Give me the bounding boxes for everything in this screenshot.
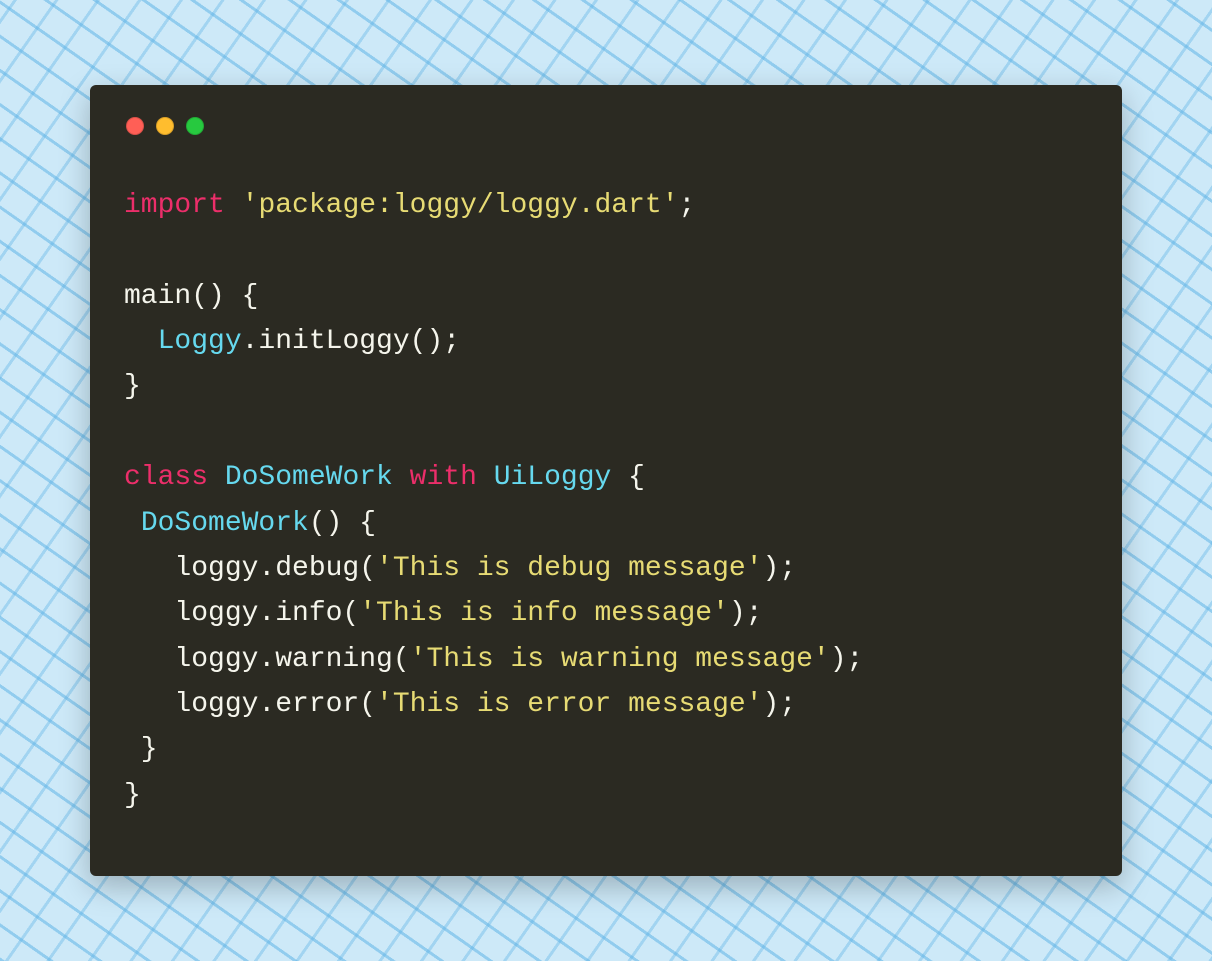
code-token: 'This is error message' [376, 689, 762, 720]
code-token: { [611, 462, 645, 493]
minimize-icon[interactable] [156, 117, 174, 135]
code-token [477, 462, 494, 493]
code-line: DoSomeWork() { [124, 508, 376, 539]
code-token [124, 326, 158, 357]
code-token: loggy.info( [124, 598, 359, 629]
code-line: loggy.error('This is error message'); [124, 689, 796, 720]
code-token: loggy.debug( [124, 553, 376, 584]
code-token [225, 190, 242, 221]
code-line: loggy.warning('This is warning message')… [124, 644, 863, 675]
code-token: } [124, 734, 158, 765]
code-token [393, 462, 410, 493]
code-token: () { [309, 508, 376, 539]
code-line: main() { [124, 281, 258, 312]
code-line: } [124, 780, 141, 811]
code-token: DoSomeWork [141, 508, 309, 539]
code-token: DoSomeWork [225, 462, 393, 493]
code-token: ; [679, 190, 696, 221]
code-token [124, 508, 141, 539]
window-controls [126, 117, 1088, 135]
code-token: 'This is debug message' [376, 553, 762, 584]
code-token: main() { [124, 281, 258, 312]
code-token: } [124, 780, 141, 811]
code-line: loggy.debug('This is debug message'); [124, 553, 796, 584]
code-line: loggy.info('This is info message'); [124, 598, 763, 629]
code-token: ); [763, 689, 797, 720]
code-token: with [410, 462, 477, 493]
code-token: .initLoggy(); [242, 326, 460, 357]
code-token: } [124, 371, 141, 402]
close-icon[interactable] [126, 117, 144, 135]
code-token: import [124, 190, 225, 221]
code-token: UiLoggy [494, 462, 612, 493]
code-line: } [124, 734, 158, 765]
code-line: class DoSomeWork with UiLoggy { [124, 462, 645, 493]
code-token: ); [763, 553, 797, 584]
code-token: class [124, 462, 208, 493]
code-token: loggy.warning( [124, 644, 410, 675]
code-token: 'This is info message' [359, 598, 729, 629]
code-line: Loggy.initLoggy(); [124, 326, 460, 357]
code-token: ); [830, 644, 864, 675]
code-token [208, 462, 225, 493]
code-line: } [124, 371, 141, 402]
code-window: import 'package:loggy/loggy.dart'; main(… [90, 85, 1122, 876]
maximize-icon[interactable] [186, 117, 204, 135]
code-token: 'This is warning message' [410, 644, 830, 675]
code-token: loggy.error( [124, 689, 376, 720]
code-token: ); [729, 598, 763, 629]
code-block: import 'package:loggy/loggy.dart'; main(… [124, 183, 1088, 818]
code-token: 'package:loggy/loggy.dart' [242, 190, 679, 221]
code-token: Loggy [158, 326, 242, 357]
code-line: import 'package:loggy/loggy.dart'; [124, 190, 695, 221]
